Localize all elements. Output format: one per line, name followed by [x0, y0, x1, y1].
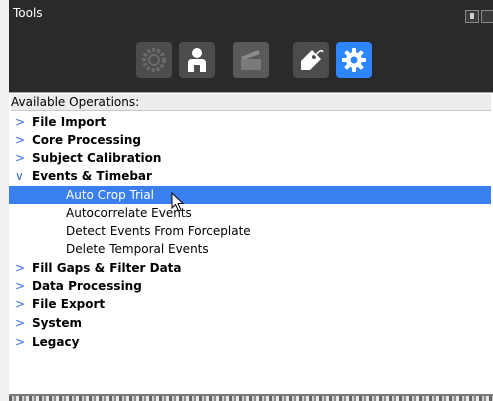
expand-arrow-icon[interactable]: > — [15, 259, 25, 277]
expand-arrow-icon[interactable]: > — [15, 277, 25, 295]
person-icon — [188, 48, 206, 72]
tool-button-subject[interactable] — [179, 42, 215, 78]
tree-item-system[interactable]: > System — [9, 314, 491, 332]
tool-button-pipeline[interactable] — [336, 42, 372, 78]
tree-item-label: Data Processing — [32, 279, 142, 293]
tree-item-label: Legacy — [32, 335, 80, 349]
tree-item-core-processing[interactable]: > Core Processing — [9, 131, 491, 149]
available-operations-header: Available Operations: — [11, 94, 491, 111]
clapperboard-icon — [241, 50, 261, 70]
tree-item-detect-events-from-forceplate[interactable]: Detect Events From Forceplate — [9, 222, 491, 240]
tree-item-autocorrelate-events[interactable]: Autocorrelate Events — [9, 204, 491, 222]
expand-arrow-icon[interactable]: > — [15, 149, 25, 167]
panel-bottom-edge — [9, 396, 493, 401]
tree-item-subject-calibration[interactable]: > Subject Calibration — [9, 149, 491, 167]
expand-arrow-icon[interactable]: > — [15, 333, 25, 351]
tree-item-legacy[interactable]: > Legacy — [9, 333, 491, 351]
panel-title: Tools — [13, 6, 43, 20]
expand-arrow-icon[interactable]: > — [15, 295, 25, 313]
tree-item-auto-crop-trial[interactable]: Auto Crop Trial — [9, 186, 491, 204]
expand-arrow-icon[interactable]: > — [15, 131, 25, 149]
tree-item-label: System — [32, 316, 82, 330]
gear-icon — [342, 48, 366, 72]
tree-item-label: Fill Gaps & Filter Data — [32, 261, 182, 275]
tree-item-delete-temporal-events[interactable]: Delete Temporal Events — [9, 240, 491, 258]
tree-item-fill-gaps-filter-data[interactable]: > Fill Gaps & Filter Data — [9, 259, 491, 277]
tree-item-label: File Export — [32, 297, 106, 311]
tree-item-label: Delete Temporal Events — [66, 242, 209, 256]
tree-item-label: Events & Timebar — [32, 169, 152, 183]
tree-item-data-processing[interactable]: > Data Processing — [9, 277, 491, 295]
tree-item-label: Auto Crop Trial — [66, 188, 155, 202]
tools-panel-header: Tools — [9, 0, 493, 92]
tree-item-label: File Import — [32, 115, 107, 129]
tool-button-label[interactable] — [293, 42, 329, 78]
operations-list-panel: Available Operations: > File Import > Co… — [9, 92, 493, 395]
tool-button-processing[interactable] — [136, 42, 172, 78]
float-icon[interactable] — [481, 10, 493, 23]
tool-button-capture[interactable] — [233, 42, 269, 78]
tree-item-label: Core Processing — [32, 133, 142, 147]
pin-icon[interactable] — [465, 10, 479, 23]
tree-item-file-export[interactable]: > File Export — [9, 295, 491, 313]
tree-item-events-timebar[interactable]: ∨ Events & Timebar — [9, 167, 491, 185]
tree-item-file-import[interactable]: > File Import — [9, 113, 491, 131]
expand-arrow-icon[interactable]: > — [15, 314, 25, 332]
expand-arrow-icon[interactable]: > — [15, 113, 25, 131]
tree-item-label: Detect Events From Forceplate — [66, 224, 251, 238]
collapse-arrow-icon[interactable]: ∨ — [15, 167, 24, 185]
tag-icon — [301, 49, 324, 70]
mouse-cursor-icon — [171, 192, 185, 212]
gear-outline-icon — [142, 48, 166, 72]
tree-item-label: Subject Calibration — [32, 151, 162, 165]
